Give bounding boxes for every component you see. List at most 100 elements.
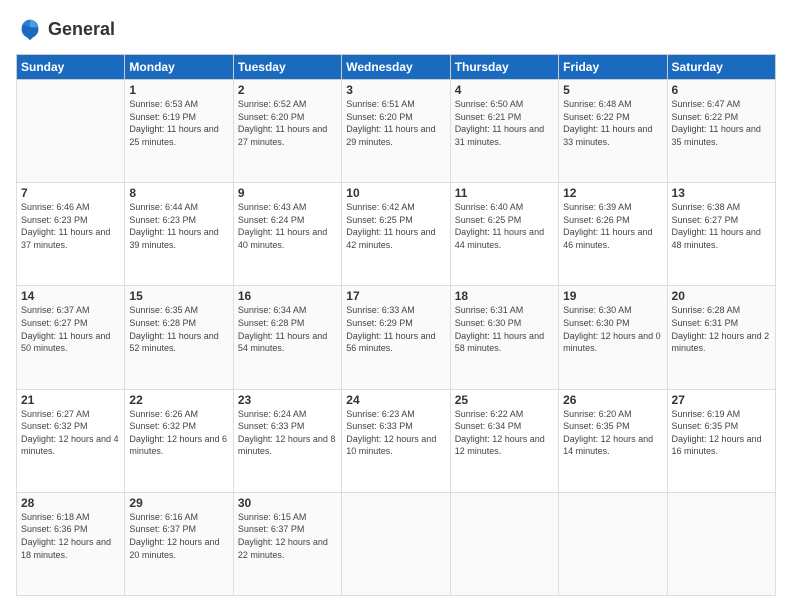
day-number: 25 <box>455 393 554 407</box>
calendar-cell: 25Sunrise: 6:22 AM Sunset: 6:34 PM Dayli… <box>450 389 558 492</box>
weekday-header-sunday: Sunday <box>17 55 125 80</box>
day-number: 14 <box>21 289 120 303</box>
day-info: Sunrise: 6:28 AM Sunset: 6:31 PM Dayligh… <box>672 304 771 354</box>
calendar-cell: 22Sunrise: 6:26 AM Sunset: 6:32 PM Dayli… <box>125 389 233 492</box>
day-number: 20 <box>672 289 771 303</box>
calendar-cell: 26Sunrise: 6:20 AM Sunset: 6:35 PM Dayli… <box>559 389 667 492</box>
calendar-cell: 2Sunrise: 6:52 AM Sunset: 6:20 PM Daylig… <box>233 80 341 183</box>
weekday-header-saturday: Saturday <box>667 55 775 80</box>
calendar-cell: 17Sunrise: 6:33 AM Sunset: 6:29 PM Dayli… <box>342 286 450 389</box>
day-number: 4 <box>455 83 554 97</box>
calendar-cell: 13Sunrise: 6:38 AM Sunset: 6:27 PM Dayli… <box>667 183 775 286</box>
day-info: Sunrise: 6:39 AM Sunset: 6:26 PM Dayligh… <box>563 201 662 251</box>
day-number: 28 <box>21 496 120 510</box>
day-info: Sunrise: 6:44 AM Sunset: 6:23 PM Dayligh… <box>129 201 228 251</box>
calendar-cell: 8Sunrise: 6:44 AM Sunset: 6:23 PM Daylig… <box>125 183 233 286</box>
day-number: 5 <box>563 83 662 97</box>
calendar-cell: 3Sunrise: 6:51 AM Sunset: 6:20 PM Daylig… <box>342 80 450 183</box>
day-info: Sunrise: 6:20 AM Sunset: 6:35 PM Dayligh… <box>563 408 662 458</box>
day-number: 27 <box>672 393 771 407</box>
day-number: 10 <box>346 186 445 200</box>
calendar-header-row: SundayMondayTuesdayWednesdayThursdayFrid… <box>17 55 776 80</box>
day-info: Sunrise: 6:53 AM Sunset: 6:19 PM Dayligh… <box>129 98 228 148</box>
calendar-cell: 23Sunrise: 6:24 AM Sunset: 6:33 PM Dayli… <box>233 389 341 492</box>
logo-text: General <box>48 20 115 40</box>
logo-general: General <box>48 20 115 40</box>
calendar-table: SundayMondayTuesdayWednesdayThursdayFrid… <box>16 54 776 596</box>
day-info: Sunrise: 6:38 AM Sunset: 6:27 PM Dayligh… <box>672 201 771 251</box>
calendar-cell: 21Sunrise: 6:27 AM Sunset: 6:32 PM Dayli… <box>17 389 125 492</box>
day-number: 9 <box>238 186 337 200</box>
calendar-cell: 9Sunrise: 6:43 AM Sunset: 6:24 PM Daylig… <box>233 183 341 286</box>
weekday-header-thursday: Thursday <box>450 55 558 80</box>
calendar-cell: 27Sunrise: 6:19 AM Sunset: 6:35 PM Dayli… <box>667 389 775 492</box>
weekday-header-monday: Monday <box>125 55 233 80</box>
day-info: Sunrise: 6:43 AM Sunset: 6:24 PM Dayligh… <box>238 201 337 251</box>
calendar-cell <box>450 492 558 595</box>
day-info: Sunrise: 6:35 AM Sunset: 6:28 PM Dayligh… <box>129 304 228 354</box>
calendar-cell: 20Sunrise: 6:28 AM Sunset: 6:31 PM Dayli… <box>667 286 775 389</box>
day-info: Sunrise: 6:48 AM Sunset: 6:22 PM Dayligh… <box>563 98 662 148</box>
day-number: 7 <box>21 186 120 200</box>
day-number: 26 <box>563 393 662 407</box>
day-info: Sunrise: 6:31 AM Sunset: 6:30 PM Dayligh… <box>455 304 554 354</box>
calendar-cell: 1Sunrise: 6:53 AM Sunset: 6:19 PM Daylig… <box>125 80 233 183</box>
day-info: Sunrise: 6:15 AM Sunset: 6:37 PM Dayligh… <box>238 511 337 561</box>
day-number: 11 <box>455 186 554 200</box>
calendar-cell: 10Sunrise: 6:42 AM Sunset: 6:25 PM Dayli… <box>342 183 450 286</box>
weekday-header-tuesday: Tuesday <box>233 55 341 80</box>
day-info: Sunrise: 6:26 AM Sunset: 6:32 PM Dayligh… <box>129 408 228 458</box>
calendar-week-1: 1Sunrise: 6:53 AM Sunset: 6:19 PM Daylig… <box>17 80 776 183</box>
calendar-cell: 29Sunrise: 6:16 AM Sunset: 6:37 PM Dayli… <box>125 492 233 595</box>
calendar-cell: 30Sunrise: 6:15 AM Sunset: 6:37 PM Dayli… <box>233 492 341 595</box>
day-info: Sunrise: 6:24 AM Sunset: 6:33 PM Dayligh… <box>238 408 337 458</box>
calendar-cell: 19Sunrise: 6:30 AM Sunset: 6:30 PM Dayli… <box>559 286 667 389</box>
calendar-week-3: 14Sunrise: 6:37 AM Sunset: 6:27 PM Dayli… <box>17 286 776 389</box>
day-number: 24 <box>346 393 445 407</box>
logo: General <box>16 16 115 44</box>
page: General SundayMondayTuesdayWednesdayThur… <box>0 0 792 612</box>
day-info: Sunrise: 6:23 AM Sunset: 6:33 PM Dayligh… <box>346 408 445 458</box>
calendar-cell: 5Sunrise: 6:48 AM Sunset: 6:22 PM Daylig… <box>559 80 667 183</box>
calendar-cell <box>667 492 775 595</box>
day-info: Sunrise: 6:18 AM Sunset: 6:36 PM Dayligh… <box>21 511 120 561</box>
day-number: 6 <box>672 83 771 97</box>
day-number: 19 <box>563 289 662 303</box>
day-number: 8 <box>129 186 228 200</box>
day-number: 23 <box>238 393 337 407</box>
calendar-cell: 28Sunrise: 6:18 AM Sunset: 6:36 PM Dayli… <box>17 492 125 595</box>
calendar-week-2: 7Sunrise: 6:46 AM Sunset: 6:23 PM Daylig… <box>17 183 776 286</box>
weekday-header-friday: Friday <box>559 55 667 80</box>
day-number: 30 <box>238 496 337 510</box>
day-info: Sunrise: 6:50 AM Sunset: 6:21 PM Dayligh… <box>455 98 554 148</box>
day-info: Sunrise: 6:27 AM Sunset: 6:32 PM Dayligh… <box>21 408 120 458</box>
calendar-cell: 12Sunrise: 6:39 AM Sunset: 6:26 PM Dayli… <box>559 183 667 286</box>
calendar-week-4: 21Sunrise: 6:27 AM Sunset: 6:32 PM Dayli… <box>17 389 776 492</box>
day-info: Sunrise: 6:19 AM Sunset: 6:35 PM Dayligh… <box>672 408 771 458</box>
day-info: Sunrise: 6:51 AM Sunset: 6:20 PM Dayligh… <box>346 98 445 148</box>
calendar-cell: 24Sunrise: 6:23 AM Sunset: 6:33 PM Dayli… <box>342 389 450 492</box>
day-info: Sunrise: 6:33 AM Sunset: 6:29 PM Dayligh… <box>346 304 445 354</box>
day-number: 29 <box>129 496 228 510</box>
weekday-header-wednesday: Wednesday <box>342 55 450 80</box>
calendar-cell <box>342 492 450 595</box>
day-info: Sunrise: 6:47 AM Sunset: 6:22 PM Dayligh… <box>672 98 771 148</box>
day-info: Sunrise: 6:22 AM Sunset: 6:34 PM Dayligh… <box>455 408 554 458</box>
day-info: Sunrise: 6:34 AM Sunset: 6:28 PM Dayligh… <box>238 304 337 354</box>
day-number: 16 <box>238 289 337 303</box>
calendar-cell: 6Sunrise: 6:47 AM Sunset: 6:22 PM Daylig… <box>667 80 775 183</box>
calendar-cell: 18Sunrise: 6:31 AM Sunset: 6:30 PM Dayli… <box>450 286 558 389</box>
logo-icon <box>16 16 44 44</box>
calendar-cell: 16Sunrise: 6:34 AM Sunset: 6:28 PM Dayli… <box>233 286 341 389</box>
calendar-cell: 14Sunrise: 6:37 AM Sunset: 6:27 PM Dayli… <box>17 286 125 389</box>
day-info: Sunrise: 6:40 AM Sunset: 6:25 PM Dayligh… <box>455 201 554 251</box>
calendar-cell: 15Sunrise: 6:35 AM Sunset: 6:28 PM Dayli… <box>125 286 233 389</box>
calendar-cell: 7Sunrise: 6:46 AM Sunset: 6:23 PM Daylig… <box>17 183 125 286</box>
calendar-cell <box>559 492 667 595</box>
day-number: 13 <box>672 186 771 200</box>
calendar-week-5: 28Sunrise: 6:18 AM Sunset: 6:36 PM Dayli… <box>17 492 776 595</box>
day-number: 15 <box>129 289 228 303</box>
day-info: Sunrise: 6:30 AM Sunset: 6:30 PM Dayligh… <box>563 304 662 354</box>
day-number: 22 <box>129 393 228 407</box>
day-info: Sunrise: 6:46 AM Sunset: 6:23 PM Dayligh… <box>21 201 120 251</box>
